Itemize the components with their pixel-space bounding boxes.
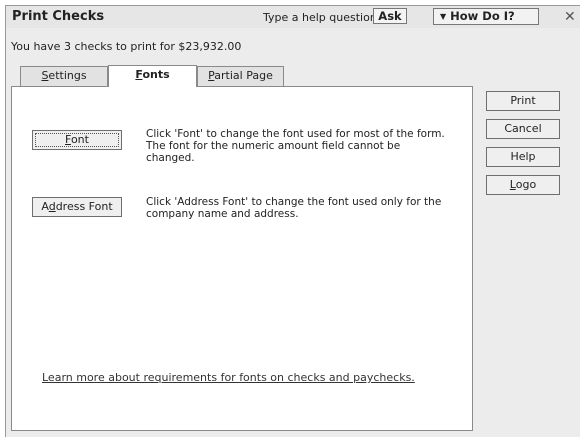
cancel-button-label: Cancel <box>504 122 542 135</box>
window-title: Print Checks <box>12 9 105 24</box>
font-description-line: The font for the numeric amount field ca… <box>146 140 401 152</box>
help-button[interactable]: Help <box>486 147 560 167</box>
tab-fonts-label-post: onts <box>142 68 170 81</box>
tab-fonts[interactable]: Fonts <box>108 65 197 87</box>
tab-partial-label-post: artial Page <box>214 69 273 82</box>
print-button-label: Print <box>510 94 536 107</box>
font-description-line: changed. <box>146 152 195 164</box>
font-button[interactable]: Font <box>32 130 122 150</box>
tab-settings[interactable]: Settings <box>20 66 108 86</box>
logo-button[interactable]: Logo <box>486 175 560 195</box>
font-description: Click 'Font' to change the font used for… <box>146 128 445 164</box>
tab-settings-label-post: ettings <box>48 69 87 82</box>
tab-partial-page[interactable]: Partial Page <box>197 66 284 86</box>
fonts-tab-panel: Font Click 'Font' to change the font use… <box>11 86 473 431</box>
address-font-description: Click 'Address Font' to change the font … <box>146 196 441 220</box>
close-icon[interactable]: ✕ <box>564 9 576 25</box>
help-question-input[interactable]: Type a help question <box>263 11 377 24</box>
print-button[interactable]: Print <box>486 91 560 111</box>
ask-button[interactable]: Ask <box>373 8 407 24</box>
address-font-label-post: dress Font <box>55 200 113 213</box>
address-font-button[interactable]: Address Font <box>32 197 122 217</box>
logo-button-label-post: ogo <box>515 178 537 191</box>
learn-more-fonts-link[interactable]: Learn more about requirements for fonts … <box>42 371 415 384</box>
help-button-label: Help <box>510 150 536 163</box>
address-font-description-line: company name and address. <box>146 208 299 220</box>
font-description-line: Click 'Font' to change the font used for… <box>146 128 445 140</box>
dropdown-arrow-icon: ▼ <box>440 12 447 21</box>
how-do-i-label: How Do I? <box>450 9 515 23</box>
cancel-button[interactable]: Cancel <box>486 119 560 139</box>
how-do-i-button[interactable]: ▼ How Do I? <box>433 8 539 25</box>
address-font-label-accel: d <box>48 200 56 213</box>
title-bar: Print Checks Type a help question Ask ▼ H… <box>6 6 580 28</box>
checks-status-text: You have 3 checks to print for $23,932.0… <box>11 40 242 53</box>
font-button-label-accel: F <box>65 133 71 146</box>
font-button-label-post: ont <box>70 133 89 146</box>
address-font-description-line: Click 'Address Font' to change the font … <box>146 196 442 208</box>
address-font-label-pre: A <box>41 200 49 213</box>
print-checks-window: Print Checks Type a help question Ask ▼ H… <box>5 5 580 437</box>
